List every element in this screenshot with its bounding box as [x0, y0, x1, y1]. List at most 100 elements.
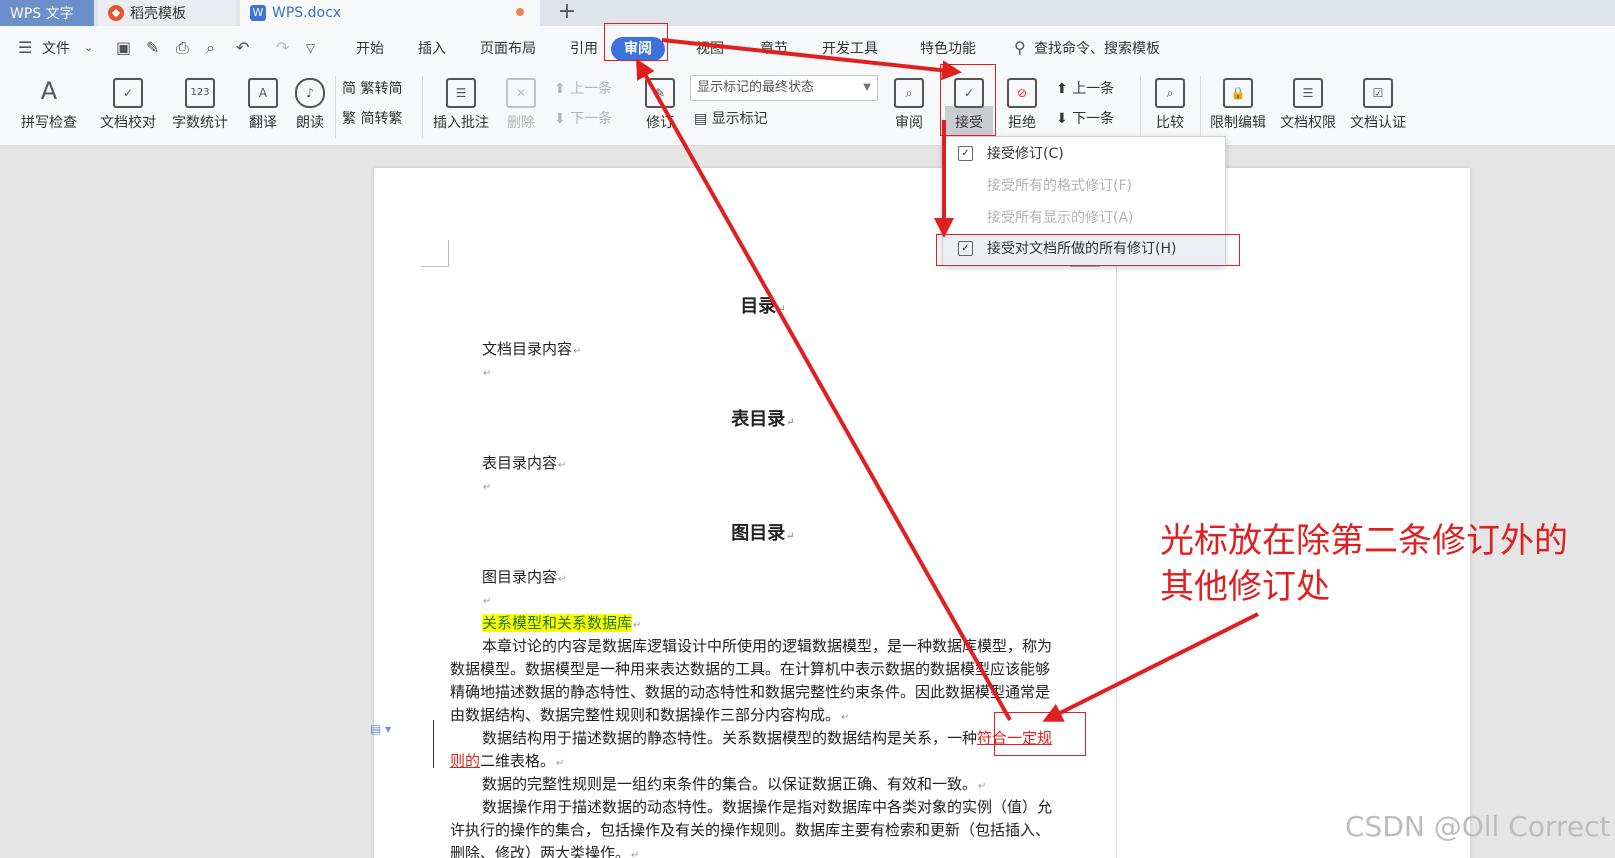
revision-insertion[interactable]: 则的 — [450, 752, 480, 770]
paragraph-mark: ↵ — [483, 596, 492, 607]
next-revision-button[interactable]: ⬇ 下一条 — [1056, 108, 1114, 128]
chevron-down-icon: ▼ — [863, 82, 871, 93]
tab-document[interactable]: W WPS.docx — [240, 0, 540, 26]
prev-revision-button[interactable]: ⬆ 上一条 — [1056, 78, 1114, 98]
format-painter-icon[interactable]: ✎ — [146, 38, 159, 57]
new-tab-button[interactable]: + — [554, 0, 580, 26]
para4-line: 数据操作用于描述数据的动态特性。数据操作是指对数据库中各类对象的实例（值）允 — [482, 798, 1053, 816]
menu-item-accept-format-revisions[interactable]: 接受所有的格式修订(F) — [943, 171, 1225, 201]
para4-line-last: 删除、修改）两大类操作。↵ — [450, 842, 639, 858]
to-traditional-button[interactable]: 繁 简转繁 — [342, 108, 402, 128]
section-title: 关系模型和关系数据库↵ — [482, 614, 642, 632]
show-markup-icon: ▤ — [694, 111, 712, 127]
menu-start[interactable]: 开始 — [356, 38, 384, 58]
customize-icon[interactable]: ▽ — [306, 41, 315, 55]
highlight-box-accept — [940, 64, 996, 136]
para4-text: 删除、修改）两大类操作。 — [450, 844, 631, 858]
save-icon[interactable]: ▣ — [116, 38, 131, 57]
word-count-label: 字数统计 — [172, 115, 228, 131]
doc-permission-button[interactable]: ☰ 文档权限 — [1276, 78, 1340, 132]
track-changes-button[interactable]: ✎ 修订 — [640, 78, 680, 132]
review-pane-button[interactable]: ⌕ 审阅 — [886, 78, 932, 132]
restrict-editing-button[interactable]: 🔒 限制编辑 — [1206, 78, 1270, 132]
tab-daoke[interactable]: ◆ 稻壳模板 — [98, 0, 236, 26]
compare-button[interactable]: ⌕ 比较 — [1146, 78, 1194, 132]
insert-comment-button[interactable]: ☰ 插入批注 — [430, 78, 492, 132]
delete-comment-button[interactable]: ✕ 删除 — [500, 78, 542, 132]
menu-references[interactable]: 引用 — [570, 38, 598, 58]
chevron-down-icon[interactable]: ⌄ — [84, 41, 93, 54]
redo-icon[interactable]: ↷ — [276, 38, 289, 57]
menu-view[interactable]: 视图 — [696, 38, 724, 58]
annotation-note: 光标放在除第二条修订外的 其他修订处 — [1160, 518, 1568, 610]
margin-marker — [1070, 266, 1100, 267]
menu-item-label: 接受修订(C) — [987, 146, 1064, 162]
to-simplified-label: 繁转简 — [360, 81, 403, 97]
menu-item-accept-shown-revisions[interactable]: 接受所有显示的修订(A) — [943, 203, 1225, 233]
spell-check-icon: A — [40, 77, 58, 105]
read-aloud-button[interactable]: ♪ 朗读 — [290, 78, 330, 132]
menu-section[interactable]: 章节 — [760, 38, 788, 58]
display-state-select[interactable]: 显示标记的最终状态 ▼ — [690, 75, 878, 101]
search-icon[interactable]: ⚲ — [1014, 38, 1026, 57]
highlight-box-accept-all — [936, 234, 1240, 266]
next-comment-label: 下一条 — [570, 111, 613, 127]
heading-figures-text: 图目录 — [731, 523, 786, 544]
spell-check-button[interactable]: A 拼写检查 — [12, 78, 86, 132]
reject-button[interactable]: ⊘ 拒绝 — [998, 78, 1046, 132]
highlight-box-revision — [994, 712, 1086, 756]
next-revision-icon: ⬇ — [1056, 111, 1073, 127]
ribbon-separator — [1140, 76, 1141, 138]
display-state-value: 显示标记的最终状态 — [697, 80, 815, 95]
doc-check-label: 文档校对 — [100, 115, 156, 131]
word-count-button[interactable]: 123 字数统计 — [168, 78, 232, 132]
ribbon-separator — [422, 76, 423, 138]
menu-layout[interactable]: 页面布局 — [480, 38, 536, 58]
menu-item-label: 接受所有的格式修订(F) — [987, 178, 1132, 194]
show-markup-button[interactable]: ▤ 显示标记 — [694, 108, 768, 128]
prev-comment-button[interactable]: ⬆ 上一条 — [554, 78, 612, 98]
next-comment-icon: ⬇ — [554, 111, 571, 127]
toc-content-text: 文档目录内容 — [482, 340, 573, 358]
file-menu[interactable]: 文件 — [42, 38, 70, 58]
prev-revision-icon: ⬆ — [1056, 81, 1073, 97]
menu-developer[interactable]: 开发工具 — [822, 38, 878, 58]
para2-line: 则的二维表格。↵ — [450, 752, 565, 770]
daoke-logo-icon: ◆ — [108, 5, 124, 21]
annotation-line: 光标放在除第二条修订外的 — [1160, 521, 1568, 561]
undo-icon[interactable]: ↶ — [236, 38, 249, 57]
spell-check-label: 拼写检查 — [21, 115, 77, 131]
menu-features[interactable]: 特色功能 — [920, 38, 976, 58]
next-comment-button[interactable]: ⬇ 下一条 — [554, 108, 612, 128]
command-search[interactable]: 查找命令、搜索模板 — [1034, 38, 1160, 58]
restrict-editing-label: 限制编辑 — [1210, 115, 1266, 131]
word-count-icon: 123 — [185, 78, 215, 108]
annotation-line: 其他修订处 — [1160, 567, 1330, 607]
para1-line-last: 由数据结构、数据完整性规则和数据操作三部分内容构成。↵ — [450, 706, 850, 724]
doc-permission-label: 文档权限 — [1280, 115, 1336, 131]
heading-figures: 图目录↵ — [731, 523, 795, 544]
print-icon[interactable]: ⎙ — [176, 38, 189, 58]
menu-item-accept-revision[interactable]: ✓ 接受修订(C) — [943, 139, 1225, 169]
doc-check-button[interactable]: ✓ 文档校对 — [96, 78, 160, 132]
highlight-box-review-tab — [604, 23, 668, 61]
margin-marker — [448, 240, 449, 267]
hamburger-icon[interactable]: ☰ — [18, 38, 32, 57]
tab-wps[interactable]: WPS 文字 — [0, 0, 94, 26]
tables-content: 表目录内容↵ — [482, 454, 567, 472]
to-simplified-button[interactable]: 简 繁转简 — [342, 78, 402, 98]
translate-button[interactable]: A 翻译 — [240, 78, 286, 132]
markup-pane-divider — [1116, 168, 1117, 858]
revision-marker-icon[interactable]: ▤ ▾ — [370, 722, 391, 736]
checkbox-icon: ✓ — [958, 146, 973, 161]
menu-insert[interactable]: 插入 — [418, 38, 446, 58]
doc-certify-button[interactable]: ☑ 文档认证 — [1346, 78, 1410, 132]
print-preview-icon[interactable]: ⌕ — [206, 38, 215, 58]
heading-toc-text: 目录 — [740, 296, 777, 317]
certify-icon: ☑ — [1363, 78, 1393, 108]
watermark: CSDN @Oll Correct — [1345, 810, 1611, 843]
prev-comment-icon: ⬆ — [554, 81, 571, 97]
heading-tables: 表目录↵ — [731, 409, 795, 430]
reject-label: 拒绝 — [1008, 115, 1036, 131]
translate-icon: A — [248, 78, 278, 108]
